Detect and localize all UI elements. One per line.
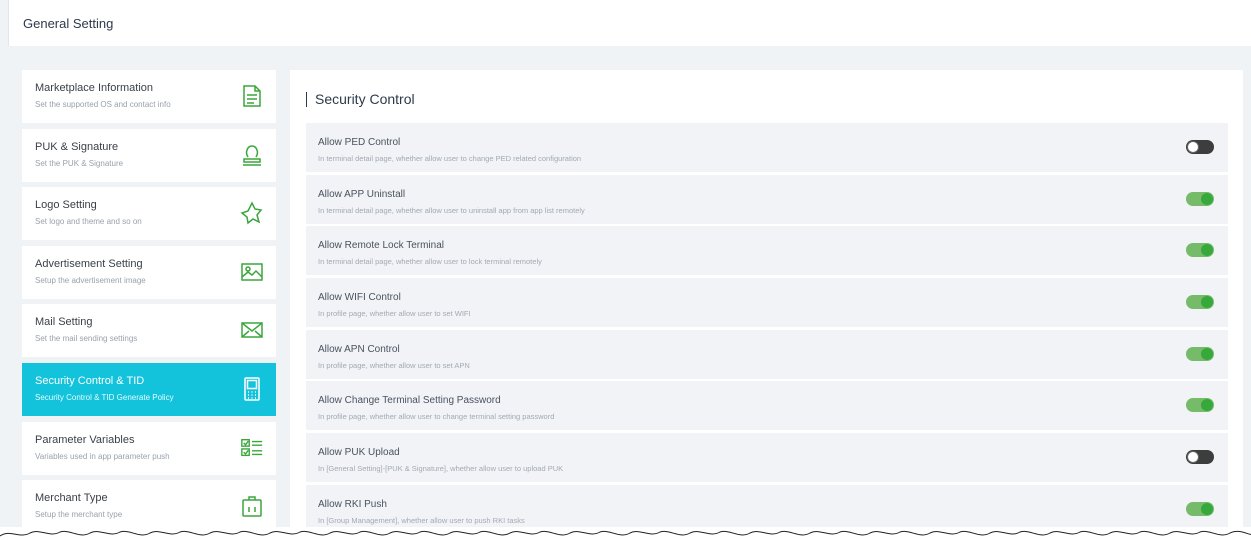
mail-icon (240, 316, 264, 344)
sidebar-item-desc: Set logo and theme and so on (35, 217, 142, 227)
toggle-knob (1201, 502, 1213, 515)
setting-row-apn-control: Allow APN Control In profile page, wheth… (306, 329, 1228, 379)
sidebar-item-puk-signature[interactable]: PUK & Signature Set the PUK & Signature (22, 128, 276, 182)
setting-row-ped-control: Allow PED Control In terminal detail pag… (306, 123, 1228, 172)
setting-row-app-uninstall: Allow APP Uninstall In terminal detail p… (306, 174, 1228, 224)
setting-label: Allow APP Uninstall (318, 188, 406, 200)
setting-desc: In [Group Management], whether allow use… (318, 515, 525, 525)
setting-label: Allow RKI Push (318, 498, 387, 510)
settings-sidebar: Marketplace Information Set the supporte… (22, 70, 276, 539)
sidebar-item-desc: Security Control & TID Generate Policy (35, 392, 174, 402)
sidebar-item-desc: Set the supported OS and contact info (35, 100, 171, 109)
setting-desc: In profile page, whether allow user to s… (318, 309, 471, 319)
page-header: General Setting (8, 0, 1251, 46)
sidebar-item-advertisement-setting[interactable]: Advertisement Setting Setup the advertis… (22, 245, 276, 299)
sidebar-item-label: Logo Setting (35, 199, 97, 212)
sidebar-item-mail-setting[interactable]: Mail Setting Set the mail sending settin… (22, 304, 276, 358)
sidebar-item-label: Advertisement Setting (35, 257, 143, 270)
setting-desc: In terminal detail page, whether allow u… (318, 154, 582, 163)
security-control-panel: Security Control Allow PED Control In te… (290, 70, 1243, 534)
sidebar-item-label: Security Control & TID (35, 374, 145, 387)
setting-label: Allow Change Terminal Setting Password (318, 395, 501, 407)
change-terminal-password-toggle[interactable] (1186, 398, 1214, 413)
setting-label: Allow WIFI Control (318, 292, 401, 304)
section-title: Security Control (306, 92, 415, 107)
sidebar-item-desc: Variables used in app parameter push (35, 451, 170, 461)
setting-row-puk-upload: Allow PUK Upload In [General Setting]-[P… (306, 433, 1228, 483)
settings-list: Allow PED Control In terminal detail pag… (306, 123, 1228, 537)
sidebar-item-desc: Setup the advertisement image (35, 275, 146, 285)
sidebar-item-label: PUK & Signature (35, 140, 119, 153)
setting-row-change-terminal-password: Allow Change Terminal Setting Password I… (306, 381, 1228, 431)
document-icon (240, 82, 264, 110)
toggle-knob (1201, 244, 1213, 257)
rki-push-toggle[interactable] (1186, 501, 1214, 516)
setting-desc: In terminal detail page, whether allow u… (318, 257, 542, 267)
setting-row-remote-lock: Allow Remote Lock Terminal In terminal d… (306, 226, 1228, 276)
toggle-knob (1201, 347, 1213, 360)
briefcase-icon (240, 492, 264, 520)
sidebar-item-security-control-tid[interactable]: Security Control & TID Security Control … (22, 362, 276, 416)
toggle-knob (1201, 192, 1213, 205)
puk-upload-toggle[interactable] (1186, 450, 1214, 465)
checklist-icon (240, 434, 264, 462)
setting-desc: In [General Setting]-[PUK & Signature], … (318, 464, 564, 474)
app-uninstall-toggle[interactable] (1186, 191, 1214, 206)
toggle-knob (1201, 296, 1213, 309)
sidebar-item-label: Marketplace Information (35, 82, 153, 94)
setting-label: Allow PED Control (318, 137, 401, 148)
setting-label: Allow PUK Upload (318, 447, 400, 459)
sidebar-item-label: Mail Setting (35, 316, 93, 329)
wifi-control-toggle[interactable] (1186, 295, 1214, 310)
sidebar-item-logo-setting[interactable]: Logo Setting Set logo and theme and so o… (22, 187, 276, 241)
toggle-knob (1187, 451, 1199, 464)
remote-lock-toggle[interactable] (1186, 243, 1214, 258)
setting-desc: In profile page, whether allow user to s… (318, 360, 470, 370)
setting-label: Allow Remote Lock Terminal (318, 240, 444, 252)
sidebar-item-label: Merchant Type (35, 492, 108, 505)
setting-row-wifi-control: Allow WIFI Control In profile page, whet… (306, 278, 1228, 328)
terminal-icon (240, 375, 264, 403)
setting-label: Allow APN Control (318, 343, 400, 355)
sidebar-item-marketplace-information[interactable]: Marketplace Information Set the supporte… (22, 70, 276, 123)
sidebar-item-parameter-variables[interactable]: Parameter Variables Variables used in ap… (22, 421, 276, 475)
image-icon (240, 258, 264, 286)
torn-edge-decoration (0, 527, 1251, 540)
setting-desc: In profile page, whether allow user to c… (318, 412, 555, 422)
ped-control-toggle[interactable] (1186, 140, 1214, 154)
sidebar-item-label: Parameter Variables (35, 433, 135, 446)
sidebar-item-desc: Setup the merchant type (35, 510, 123, 520)
apn-control-toggle[interactable] (1186, 346, 1214, 361)
toggle-knob (1187, 141, 1199, 153)
setting-desc: In terminal detail page, whether allow u… (318, 205, 585, 215)
toggle-knob (1201, 399, 1213, 412)
sidebar-item-desc: Set the PUK & Signature (35, 158, 124, 168)
stamp-icon (240, 141, 264, 169)
sidebar-item-merchant-type[interactable]: Merchant Type Setup the merchant type (22, 480, 276, 534)
sidebar-item-desc: Set the mail sending settings (35, 334, 138, 344)
star-badge-icon (240, 199, 264, 227)
page-title: General Setting (23, 16, 114, 31)
